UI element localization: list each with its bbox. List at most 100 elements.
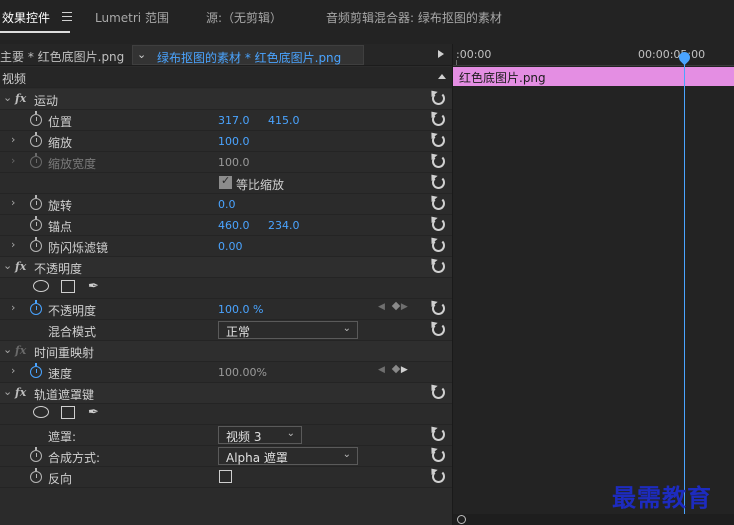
- reset-icon[interactable]: [432, 449, 445, 462]
- stopwatch-icon[interactable]: [30, 216, 42, 231]
- scale-value[interactable]: 100.0: [218, 135, 250, 148]
- collapse-icon[interactable]: ⌄: [3, 259, 12, 272]
- param-uniform-scale: 等比缩放: [0, 173, 452, 194]
- sequence-clip-selector[interactable]: ⌄ 绿布抠图的素材 * 红色底图片.png: [132, 45, 364, 65]
- matte-label: 遮罩:: [48, 430, 77, 444]
- stopwatch-icon[interactable]: [30, 468, 42, 483]
- matte-track-dropdown[interactable]: 视频 3 ⌄: [218, 426, 302, 444]
- stopwatch-icon[interactable]: [30, 300, 42, 315]
- param-scale: › 缩放 100.0: [0, 131, 452, 152]
- watermark-text: 最需教育: [612, 483, 712, 512]
- composite-dropdown[interactable]: Alpha 遮罩 ⌄: [218, 447, 358, 465]
- collapse-icon[interactable]: ⌄: [3, 343, 12, 356]
- reset-icon[interactable]: [432, 176, 445, 189]
- expand-icon[interactable]: ›: [11, 196, 15, 209]
- blend-mode-value: 正常: [226, 325, 251, 339]
- reset-icon[interactable]: [432, 470, 445, 483]
- expand-icon[interactable]: ›: [11, 364, 15, 377]
- expand-icon[interactable]: ›: [11, 154, 15, 167]
- reset-icon[interactable]: [432, 155, 445, 168]
- scale-width-value: 100.0: [218, 156, 250, 169]
- expand-icon[interactable]: ›: [11, 301, 15, 314]
- reset-icon[interactable]: [432, 92, 445, 105]
- uniform-scale-label: 等比缩放: [236, 178, 285, 192]
- rotation-value[interactable]: 0.0: [218, 198, 236, 211]
- fx-toggle-icon[interactable]: fx: [15, 260, 26, 273]
- param-speed: › 速度 100.00% ◀ ▶: [0, 362, 452, 383]
- opacity-mask-tools: ✒: [0, 278, 452, 299]
- param-matte: 遮罩: 视频 3 ⌄: [0, 425, 452, 446]
- stopwatch-icon[interactable]: [30, 111, 42, 126]
- anti-flicker-value[interactable]: 0.00: [218, 240, 243, 253]
- opacity-value[interactable]: 100.0 %: [218, 303, 263, 316]
- tab-audio-clip-mixer[interactable]: 音频剪辑混合器: 绿布抠图的素材: [326, 9, 502, 26]
- collapse-up-icon[interactable]: [438, 74, 446, 79]
- fx-toggle-icon[interactable]: fx: [15, 386, 26, 399]
- reset-icon[interactable]: [432, 113, 445, 126]
- param-blend-mode: 混合模式 正常 ⌄: [0, 320, 452, 341]
- pen-mask-icon[interactable]: ✒: [88, 279, 99, 294]
- effect-track-matte: ⌄ fx 轨道遮罩键: [0, 383, 452, 404]
- param-composite: 合成方式: Alpha 遮罩 ⌄: [0, 446, 452, 467]
- show-timeline-toggle-icon[interactable]: [438, 50, 444, 58]
- speed-value[interactable]: 100.00%: [218, 366, 267, 379]
- ellipse-mask-icon[interactable]: [33, 280, 49, 292]
- blend-mode-dropdown[interactable]: 正常 ⌄: [218, 321, 358, 339]
- playhead-line: [684, 54, 685, 514]
- tab-effect-controls[interactable]: 效果控件: [2, 9, 50, 26]
- reverse-label: 反向: [48, 472, 73, 486]
- keyframe-navigator[interactable]: ◀ ▶: [378, 301, 414, 312]
- panel-menu-icon[interactable]: [62, 12, 72, 21]
- stopwatch-icon[interactable]: [30, 132, 42, 147]
- reset-icon[interactable]: [432, 302, 445, 315]
- zoom-handle[interactable]: [457, 515, 466, 524]
- speed-label: 速度: [48, 367, 73, 381]
- reset-icon[interactable]: [432, 428, 445, 441]
- position-y-value[interactable]: 415.0: [268, 114, 300, 127]
- time-ruler[interactable]: :00:00 00:00:05:00: [453, 44, 734, 66]
- keyframe-navigator[interactable]: ◀ ▶: [378, 364, 414, 375]
- active-tab-indicator: [0, 31, 70, 33]
- param-anchor: 锚点 460.0 234.0: [0, 215, 452, 236]
- video-effects-header: 视频: [0, 67, 452, 88]
- expand-icon[interactable]: ›: [11, 133, 15, 146]
- param-rotation: › 旋转 0.0: [0, 194, 452, 215]
- reset-icon[interactable]: [432, 260, 445, 273]
- reset-icon[interactable]: [432, 218, 445, 231]
- rectangle-mask-icon[interactable]: [61, 406, 75, 419]
- anchor-y-value[interactable]: 234.0: [268, 219, 300, 232]
- reset-icon[interactable]: [432, 239, 445, 252]
- reset-icon[interactable]: [432, 323, 445, 336]
- reset-icon[interactable]: [432, 197, 445, 210]
- stopwatch-icon[interactable]: [30, 237, 42, 252]
- collapse-icon[interactable]: ⌄: [3, 91, 12, 104]
- stopwatch-icon[interactable]: [30, 195, 42, 210]
- rectangle-mask-icon[interactable]: [61, 280, 75, 293]
- uniform-scale-checkbox[interactable]: [219, 174, 232, 189]
- tab-lumetri-scopes[interactable]: Lumetri 范围: [95, 9, 169, 26]
- panel-tab-bar: 效果控件 Lumetri 范围 源:（无剪辑） 音频剪辑混合器: 绿布抠图的素材: [0, 0, 734, 34]
- timeline-clip[interactable]: 红色底图片.png: [453, 67, 734, 86]
- expand-icon[interactable]: ›: [11, 238, 15, 251]
- fx-toggle-icon[interactable]: fx: [15, 92, 26, 105]
- time-remap-label: 时间重映射: [34, 346, 95, 360]
- matte-track-value: 视频 3: [226, 430, 262, 444]
- position-x-value[interactable]: 317.0: [218, 114, 250, 127]
- track-matte-mask-tools: ✒: [0, 404, 452, 425]
- reverse-checkbox[interactable]: [219, 470, 232, 483]
- ellipse-mask-icon[interactable]: [33, 406, 49, 418]
- pen-mask-icon[interactable]: ✒: [88, 405, 99, 420]
- composite-label: 合成方式:: [48, 451, 101, 465]
- anchor-x-value[interactable]: 460.0: [218, 219, 250, 232]
- effect-time-remap: ⌄ fx 时间重映射: [0, 341, 452, 362]
- reset-icon[interactable]: [432, 386, 445, 399]
- reset-icon[interactable]: [432, 134, 445, 147]
- master-clip-label[interactable]: 主要 * 红色底图片.png: [0, 48, 124, 65]
- anchor-label: 锚点: [48, 220, 73, 234]
- stopwatch-icon[interactable]: [30, 363, 42, 378]
- stopwatch-icon[interactable]: [30, 447, 42, 462]
- param-position: 位置 317.0 415.0: [0, 110, 452, 131]
- tab-source[interactable]: 源:（无剪辑）: [206, 9, 282, 26]
- timeline-zoom-scrollbar[interactable]: [453, 514, 734, 525]
- collapse-icon[interactable]: ⌄: [3, 385, 12, 398]
